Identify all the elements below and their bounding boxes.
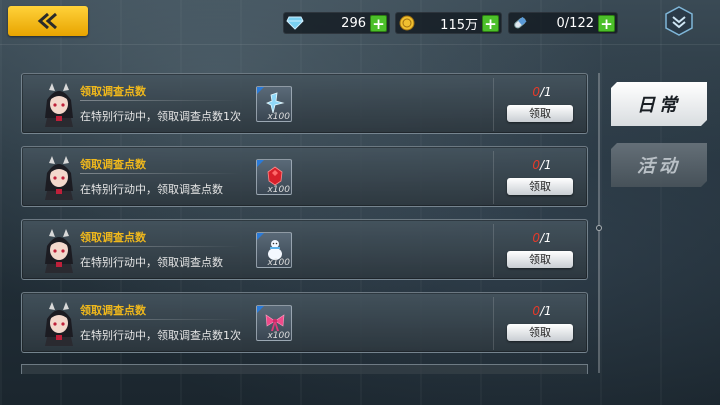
task-description: 在特别行动中，领取调查点数	[80, 256, 223, 269]
top-divider	[0, 44, 720, 45]
reward-item[interactable]: x100	[256, 159, 292, 195]
task-title: 领取调查点数	[80, 85, 146, 98]
add-stamina-button[interactable]: +	[598, 14, 615, 32]
diamond-icon	[284, 12, 306, 34]
task-description: 在特别行动中，领取调查点数1次	[80, 329, 241, 342]
card-divider	[493, 224, 494, 277]
coin-value: 115万	[440, 17, 478, 33]
back-arrow-icon	[37, 12, 57, 30]
title-underline	[80, 100, 240, 101]
reward-item[interactable]: x100	[256, 86, 292, 122]
task-list[interactable]: 领取调查点数 在特别行动中，领取调查点数1次 x100 0/1 领取 领取调查点…	[21, 73, 588, 373]
diamond-value: 296	[341, 15, 366, 31]
task-progress: 0/1	[532, 304, 552, 318]
avatar	[45, 302, 73, 346]
stamina-counter: 0/122 +	[508, 12, 618, 34]
tab-event[interactable]: 活动	[611, 143, 707, 187]
claim-button[interactable]: 领取	[507, 105, 573, 122]
tab-daily[interactable]: 日常	[611, 82, 707, 126]
add-diamond-button[interactable]: +	[370, 14, 387, 32]
stamina-value: 0/122	[556, 15, 594, 31]
add-coin-button[interactable]: +	[482, 14, 499, 32]
back-button[interactable]	[8, 6, 88, 36]
card-divider	[493, 151, 494, 204]
reward-quantity: x100	[267, 331, 290, 341]
task-title: 领取调查点数	[80, 158, 146, 171]
avatar	[45, 229, 73, 273]
card-divider	[493, 297, 494, 350]
title-underline	[80, 173, 240, 174]
avatar	[45, 156, 73, 200]
diamond-counter: 296 +	[283, 12, 390, 34]
task-title: 领取调查点数	[80, 304, 146, 317]
reward-quantity: x100	[267, 258, 290, 268]
reward-quantity: x100	[267, 185, 290, 195]
task-title: 领取调查点数	[80, 231, 146, 244]
claim-button[interactable]: 领取	[507, 324, 573, 341]
task-card: 领取调查点数 在特别行动中，领取调查点数 x100 0/1 领取	[21, 146, 588, 207]
task-card: 领取调查点数 在特别行动中，领取调查点数 x100 0/1 领取	[21, 219, 588, 280]
task-progress: 0/1	[532, 158, 552, 172]
scrollbar-thumb[interactable]	[596, 225, 602, 231]
task-description: 在特别行动中，领取调查点数	[80, 183, 223, 196]
coin-icon	[396, 12, 418, 34]
next-task-card-edge	[21, 364, 588, 374]
claim-button[interactable]: 领取	[507, 251, 573, 268]
capsule-icon	[509, 12, 531, 34]
claim-button[interactable]: 领取	[507, 178, 573, 195]
menu-button[interactable]	[664, 6, 694, 36]
task-progress: 0/1	[532, 85, 552, 99]
coin-counter: 115万 +	[395, 12, 502, 34]
reward-quantity: x100	[267, 112, 290, 122]
avatar	[45, 83, 73, 127]
card-divider	[493, 78, 494, 131]
scrollbar-track[interactable]	[598, 73, 600, 373]
chevron-menu-icon	[665, 6, 693, 36]
task-card: 领取调查点数 在特别行动中，领取调查点数1次 x100 0/1 领取	[21, 292, 588, 353]
title-underline	[80, 319, 240, 320]
task-description: 在特别行动中，领取调查点数1次	[80, 110, 241, 123]
reward-item[interactable]: x100	[256, 305, 292, 341]
task-card: 领取调查点数 在特别行动中，领取调查点数1次 x100 0/1 领取	[21, 73, 588, 134]
reward-item[interactable]: x100	[256, 232, 292, 268]
title-underline	[80, 246, 240, 247]
task-progress: 0/1	[532, 231, 552, 245]
